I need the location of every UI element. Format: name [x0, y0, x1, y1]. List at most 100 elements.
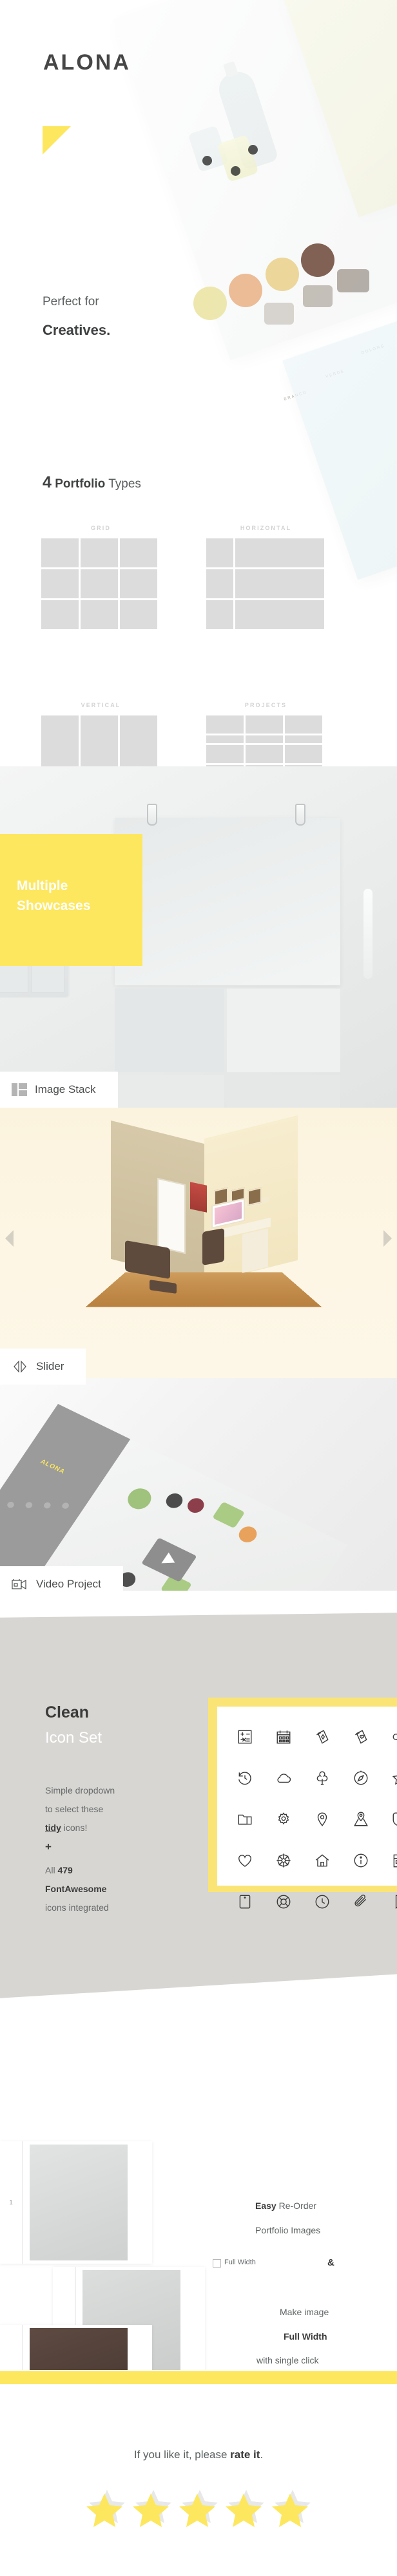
home-icon[interactable] — [303, 1840, 342, 1881]
rating-stars[interactable] — [0, 2487, 397, 2527]
calendar-note-icon[interactable] — [380, 1840, 397, 1881]
life-ring-icon[interactable] — [264, 1881, 303, 1922]
paperclip-icon[interactable] — [342, 1881, 380, 1922]
badge-line-2: Showcases — [17, 898, 91, 913]
binder-clip-icon — [147, 804, 157, 826]
chevron-left-icon[interactable] — [5, 1230, 14, 1247]
slider-section — [0, 1108, 397, 1378]
ship-wheel-icon[interactable] — [264, 1840, 303, 1881]
link-icon[interactable] — [380, 1716, 397, 1757]
reorder-section: 1 2 3 Full Width & Easy Re-Order Portfol… — [0, 2009, 397, 2370]
showcase-thumb — [115, 989, 224, 1072]
star-outline-icon[interactable] — [380, 1757, 397, 1799]
binder-clip-icon — [295, 804, 305, 826]
row-number: 1 — [9, 2199, 13, 2206]
star-icon[interactable] — [178, 2487, 219, 2527]
showcases-badge-text: Multiple Showcases — [17, 876, 90, 916]
rate-cta-pre: If you like it, please — [133, 2448, 231, 2461]
ampersand-separator: & — [327, 2257, 334, 2268]
folder-icon[interactable] — [226, 1799, 264, 1840]
heart-icon[interactable] — [226, 1840, 264, 1881]
slider-label: Slider — [0, 1349, 86, 1385]
tablet-icon[interactable] — [226, 1881, 264, 1922]
hero-tea-leaves — [303, 285, 333, 307]
showcase-thumb — [227, 1075, 340, 1108]
video-project-label: Video Project — [0, 1566, 123, 1602]
star-icon[interactable] — [131, 2487, 173, 2527]
icon-set-subtitle: Icon Set — [45, 1729, 102, 1747]
footer-accent-bar — [0, 2371, 397, 2384]
cloud-icon[interactable] — [264, 1757, 303, 1799]
slider-room-illustration — [85, 1115, 322, 1334]
table-row[interactable]: 3 — [0, 2325, 152, 2370]
hero-tea-cup — [193, 287, 227, 320]
club-icon[interactable] — [303, 1757, 342, 1799]
row-thumbnail[interactable] — [30, 2328, 128, 2370]
portfolio-preview-vertical: VERTICAL — [41, 702, 160, 766]
showcase-hanging-print — [115, 818, 340, 985]
portfolio-word-types: Types — [108, 477, 141, 491]
portfolio-preview-title: PROJECTS — [244, 702, 287, 708]
icon-set-description: Simple dropdown to select these tidy ico… — [45, 1781, 168, 1837]
map-pin-icon[interactable] — [303, 1799, 342, 1840]
bookmark-icon[interactable] — [380, 1881, 397, 1922]
cards-diamond-icon[interactable] — [303, 1716, 342, 1757]
slider-label-text: Slider — [36, 1360, 64, 1372]
easy-rest: Re-Order — [276, 2201, 316, 2211]
portfolio-word-bold: Portfolio — [55, 477, 106, 491]
table-row[interactable]: 1 — [0, 2141, 152, 2264]
portfolio-preview-title: HORIZONTAL — [240, 525, 292, 531]
clock-icon[interactable] — [303, 1881, 342, 1922]
star-icon[interactable] — [85, 2487, 126, 2527]
foot-fontawesome: FontAwesome — [45, 1884, 107, 1894]
hero-section: BRANCO VERDE OOLONG ALONA Perfect for Cr… — [0, 0, 397, 766]
portfolio-preview-cells — [206, 715, 325, 766]
tagline-bold: Creatives. — [43, 322, 111, 338]
badge-line-1: Multiple — [17, 878, 68, 893]
rate-cta: If you like it, please rate it. — [0, 2448, 397, 2461]
tag-icon[interactable] — [380, 1799, 397, 1840]
easy-reorder-heading: Easy Re-Order — [255, 2201, 316, 2211]
promo-page: BRANCO VERDE OOLONG ALONA Perfect for Cr… — [0, 0, 397, 2576]
portfolio-preview-projects: PROJECTS — [206, 702, 325, 766]
showcase-thumb — [115, 1075, 224, 1108]
hero-tea-cup — [301, 243, 334, 277]
image-stack-label-text: Image Stack — [35, 1083, 96, 1095]
row-divider — [22, 2325, 23, 2370]
portfolio-preview-cells — [206, 538, 325, 629]
portfolio-count: 4 — [43, 473, 52, 491]
icon-grid — [226, 1716, 397, 1922]
portfolio-images-text: Portfolio Images — [255, 2225, 321, 2235]
hero-bottle-label-dot — [248, 145, 258, 155]
rate-cta-post: . — [260, 2448, 264, 2461]
map-marker-area-icon[interactable] — [342, 1799, 380, 1840]
row-divider — [22, 2141, 23, 2264]
gear-icon[interactable] — [264, 1799, 303, 1840]
full-width-checkbox[interactable] — [213, 2259, 221, 2268]
cards-heart-icon[interactable] — [342, 1716, 380, 1757]
info-circle-icon[interactable] — [342, 1840, 380, 1881]
footer-section: If you like it, please rate it. We reall… — [0, 2384, 397, 2576]
star-icon[interactable] — [224, 2487, 266, 2527]
calendar-icon[interactable] — [264, 1716, 303, 1757]
desc-icons: icons! — [61, 1823, 88, 1833]
showcase-pen — [363, 889, 373, 979]
desc-line-1: Simple dropdown — [45, 1785, 115, 1795]
accent-triangle — [43, 126, 71, 155]
portfolio-preview-cells — [41, 715, 160, 766]
icon-set-section: Clean Icon Set Simple dropdown to select… — [0, 1591, 397, 2009]
brand-title: ALONA — [43, 50, 131, 75]
calculator-icon[interactable] — [226, 1716, 264, 1757]
icon-set-footnote: All 479 FontAwesome icons integrated — [45, 1861, 174, 1917]
make-image-line3: with single click — [257, 2355, 319, 2365]
icon-set-plus: + — [45, 1841, 52, 1853]
hero-jar-label-dot — [202, 156, 212, 166]
compass-icon[interactable] — [342, 1757, 380, 1799]
video-project-label-text: Video Project — [36, 1578, 101, 1590]
history-clock-icon[interactable] — [226, 1757, 264, 1799]
hero-tea-leaves — [264, 303, 294, 325]
star-icon[interactable] — [271, 2487, 312, 2527]
chevron-right-icon[interactable] — [383, 1230, 392, 1247]
slider-icon — [12, 1360, 28, 1373]
row-thumbnail[interactable] — [30, 2145, 128, 2260]
